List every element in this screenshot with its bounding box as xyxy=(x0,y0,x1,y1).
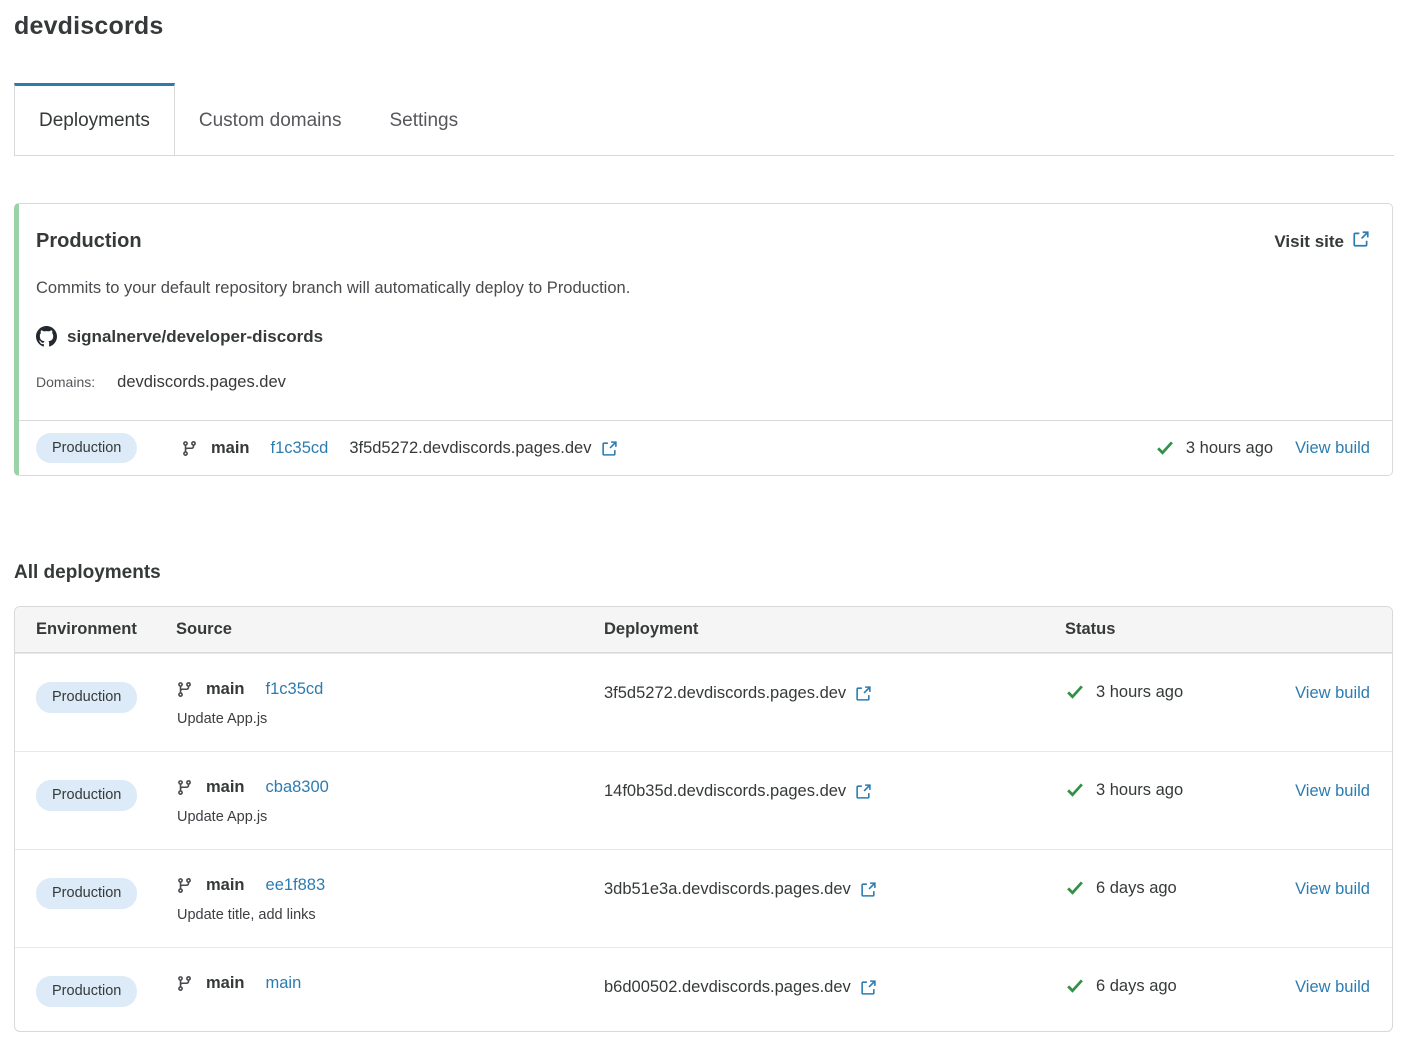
external-link-icon[interactable] xyxy=(855,783,872,800)
visit-site-link[interactable]: Visit site xyxy=(1274,230,1370,253)
commit-message: Update App.js xyxy=(177,809,604,825)
status-time: 3 hours ago xyxy=(1186,439,1273,458)
commit-message: Update title, add links xyxy=(177,907,604,923)
commit-link[interactable]: cba8300 xyxy=(266,778,329,797)
pages-project-page: devdiscords Deployments Custom domains S… xyxy=(0,0,1413,1032)
check-icon xyxy=(1155,438,1175,458)
branch-name: main xyxy=(206,680,245,699)
status-time: 6 days ago xyxy=(1096,879,1177,898)
domains-label: Domains: xyxy=(36,374,95,390)
production-card: Production Visit site Commits to your de… xyxy=(14,203,1393,476)
all-deployments-heading: All deployments xyxy=(14,562,1393,584)
repo-link[interactable]: signalnerve/developer-discords xyxy=(67,327,323,347)
deployment-url: 3f5d5272.devdiscords.pages.dev xyxy=(604,684,846,703)
column-header-deployment: Deployment xyxy=(604,620,1065,639)
visit-site-label: Visit site xyxy=(1274,232,1344,252)
external-link-icon[interactable] xyxy=(855,685,872,702)
commit-link[interactable]: f1c35cd xyxy=(266,680,324,699)
deployment-row: Production main cba8300 Update App.js 14… xyxy=(15,751,1392,849)
status-time: 3 hours ago xyxy=(1096,683,1183,702)
table-header-row: Environment Source Deployment Status xyxy=(15,607,1392,653)
view-build-link[interactable]: View build xyxy=(1295,684,1370,703)
git-branch-icon xyxy=(176,877,193,894)
github-icon xyxy=(36,326,57,347)
check-icon xyxy=(1065,878,1085,898)
tab-custom-domains[interactable]: Custom domains xyxy=(175,83,366,155)
status-time: 6 days ago xyxy=(1096,977,1177,996)
deployment-url: b6d00502.devdiscords.pages.dev xyxy=(604,978,851,997)
deployment-row: Production main f1c35cd Update App.js 3f… xyxy=(15,653,1392,751)
check-icon xyxy=(1065,780,1085,800)
view-build-link[interactable]: View build xyxy=(1295,880,1370,899)
deployment-url: 3db51e3a.devdiscords.pages.dev xyxy=(604,880,851,899)
production-deployment-row: Production main f1c35cd 3f5d5272.devdisc… xyxy=(19,420,1392,475)
branch-name: main xyxy=(206,974,245,993)
deployment-row: Production main main b6d00502.devdiscord… xyxy=(15,947,1392,1031)
branch-name: main xyxy=(211,439,250,458)
environment-badge: Production xyxy=(36,780,137,811)
git-branch-icon xyxy=(176,681,193,698)
check-icon xyxy=(1065,976,1085,996)
branch-name: main xyxy=(206,778,245,797)
view-build-link[interactable]: View build xyxy=(1295,782,1370,801)
deployment-row: Production main ee1f883 Update title, ad… xyxy=(15,849,1392,947)
commit-message: Update App.js xyxy=(177,711,604,727)
git-branch-icon xyxy=(176,975,193,992)
environment-badge: Production xyxy=(36,878,137,909)
production-card-body: Production Visit site Commits to your de… xyxy=(19,204,1392,420)
git-branch-icon xyxy=(181,440,198,457)
production-description: Commits to your default repository branc… xyxy=(36,279,1370,298)
view-build-link[interactable]: View build xyxy=(1295,439,1370,458)
tab-bar: Deployments Custom domains Settings xyxy=(14,83,1394,156)
column-header-source: Source xyxy=(176,620,604,639)
environment-badge: Production xyxy=(36,976,137,1007)
view-build-link[interactable]: View build xyxy=(1295,978,1370,997)
commit-link[interactable]: f1c35cd xyxy=(271,439,329,458)
domains-value: devdiscords.pages.dev xyxy=(117,373,286,392)
environment-badge: Production xyxy=(36,433,137,464)
deployment-url: 14f0b35d.devdiscords.pages.dev xyxy=(604,782,846,801)
commit-link[interactable]: ee1f883 xyxy=(266,876,326,895)
status-time: 3 hours ago xyxy=(1096,781,1183,800)
page-title: devdiscords xyxy=(14,12,1393,41)
tab-settings[interactable]: Settings xyxy=(365,83,482,155)
deployments-table: Environment Source Deployment Status Pro… xyxy=(14,606,1393,1032)
tab-deployments[interactable]: Deployments xyxy=(14,83,175,155)
production-card-title: Production xyxy=(36,230,142,253)
git-branch-icon xyxy=(176,779,193,796)
commit-link[interactable]: main xyxy=(266,974,302,993)
external-link-icon[interactable] xyxy=(601,440,618,457)
branch-name: main xyxy=(206,876,245,895)
external-link-icon[interactable] xyxy=(860,881,877,898)
check-icon xyxy=(1065,682,1085,702)
column-header-environment: Environment xyxy=(36,620,176,639)
column-header-status: Status xyxy=(1065,620,1370,639)
external-link-icon xyxy=(1352,230,1370,253)
external-link-icon[interactable] xyxy=(860,979,877,996)
deployment-url: 3f5d5272.devdiscords.pages.dev xyxy=(349,439,591,458)
environment-badge: Production xyxy=(36,682,137,713)
